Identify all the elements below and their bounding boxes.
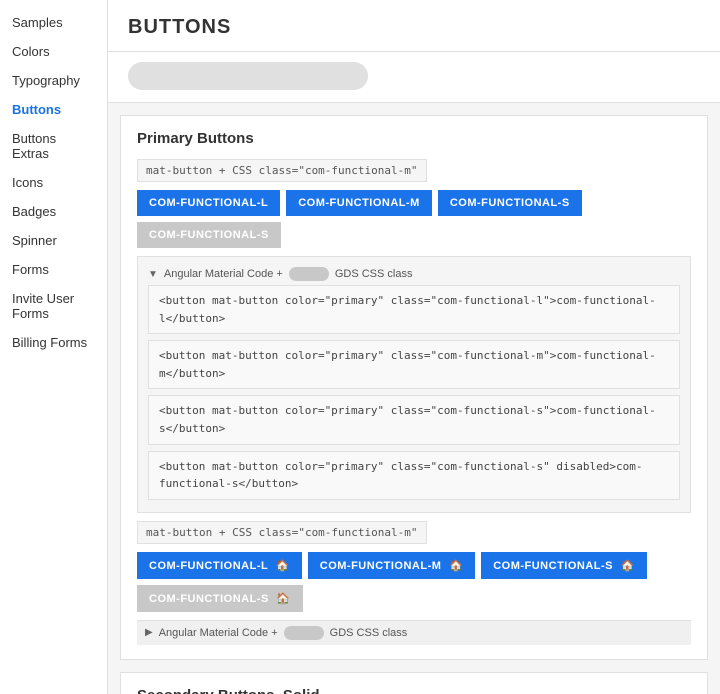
page-title: BUTTONS — [108, 0, 720, 52]
search-bar-container — [108, 52, 720, 103]
gds-label-1: GDS CSS class — [335, 268, 413, 280]
sidebar-item-colors[interactable]: Colors — [0, 37, 107, 66]
secondary-solid-section: Secondary Buttons, Solid mat-button + CS… — [120, 672, 708, 694]
primary-btn-m[interactable]: COM-FUNCTIONAL-M — [286, 190, 432, 216]
sidebar: Samples Colors Typography Buttons Button… — [0, 0, 108, 694]
home-icon-2: 🏠 — [449, 559, 463, 572]
sidebar-item-billing-forms[interactable]: Billing Forms — [0, 328, 107, 357]
code-chip-1 — [289, 267, 329, 281]
primary-code-label-2: mat-button + CSS class="com-functional-m… — [137, 521, 427, 544]
sidebar-item-samples[interactable]: Samples — [0, 8, 107, 37]
primary-icon-btn-s-disabled: COM-FUNCTIONAL-S 🏠 — [137, 585, 303, 612]
primary-icon-btn-m[interactable]: COM-FUNCTIONAL-M 🏠 — [308, 552, 475, 579]
home-icon-3: 🏠 — [621, 559, 635, 572]
sidebar-item-buttons-extras[interactable]: Buttons Extras — [0, 124, 107, 168]
sidebar-item-typography[interactable]: Typography — [0, 66, 107, 95]
code-line-3: <button mat-button color="primary" class… — [148, 395, 680, 444]
toggle-arrow-1[interactable]: ▼ — [148, 269, 158, 280]
sidebar-item-invite-user-forms[interactable]: Invite User Forms — [0, 284, 107, 328]
sidebar-item-forms[interactable]: Forms — [0, 255, 107, 284]
angular-code-label-2: Angular Material Code + — [159, 627, 278, 639]
main-content: BUTTONS Primary Buttons mat-button + CSS… — [108, 0, 720, 694]
primary-buttons-section: Primary Buttons mat-button + CSS class="… — [120, 115, 708, 660]
primary-code-block: ▼ Angular Material Code + GDS CSS class … — [137, 256, 691, 513]
primary-btn-row-1: COM-FUNCTIONAL-L COM-FUNCTIONAL-M COM-FU… — [137, 190, 691, 248]
primary-btn-s-disabled: COM-FUNCTIONAL-S — [137, 222, 281, 248]
home-icon-4: 🏠 — [276, 592, 290, 605]
search-bar[interactable] — [128, 62, 368, 90]
secondary-solid-title: Secondary Buttons, Solid — [137, 687, 691, 694]
primary-icon-btn-s[interactable]: COM-FUNCTIONAL-S 🏠 — [481, 552, 647, 579]
primary-buttons-title: Primary Buttons — [137, 130, 691, 147]
home-icon-1: 🏠 — [276, 559, 290, 572]
sidebar-item-spinner[interactable]: Spinner — [0, 226, 107, 255]
code-line-4: <button mat-button color="primary" class… — [148, 451, 680, 500]
code-line-1: <button mat-button color="primary" class… — [148, 285, 680, 334]
toggle-arrow-2[interactable]: ▶ — [145, 627, 153, 638]
code-chip-2 — [284, 626, 324, 640]
code-line-2: <button mat-button color="primary" class… — [148, 340, 680, 389]
sidebar-item-badges[interactable]: Badges — [0, 197, 107, 226]
primary-btn-row-2: COM-FUNCTIONAL-L 🏠 COM-FUNCTIONAL-M 🏠 CO… — [137, 552, 691, 612]
primary-code-label-1: mat-button + CSS class="com-functional-m… — [137, 159, 427, 182]
angular-code-toggle-2: ▶ Angular Material Code + GDS CSS class — [137, 620, 691, 645]
sidebar-item-icons[interactable]: Icons — [0, 168, 107, 197]
gds-label-2: GDS CSS class — [330, 627, 408, 639]
angular-code-label-1: Angular Material Code + — [164, 268, 283, 280]
primary-btn-s[interactable]: COM-FUNCTIONAL-S — [438, 190, 582, 216]
primary-icon-btn-l[interactable]: COM-FUNCTIONAL-L 🏠 — [137, 552, 302, 579]
sidebar-item-buttons[interactable]: Buttons — [0, 95, 107, 124]
primary-btn-l[interactable]: COM-FUNCTIONAL-L — [137, 190, 280, 216]
